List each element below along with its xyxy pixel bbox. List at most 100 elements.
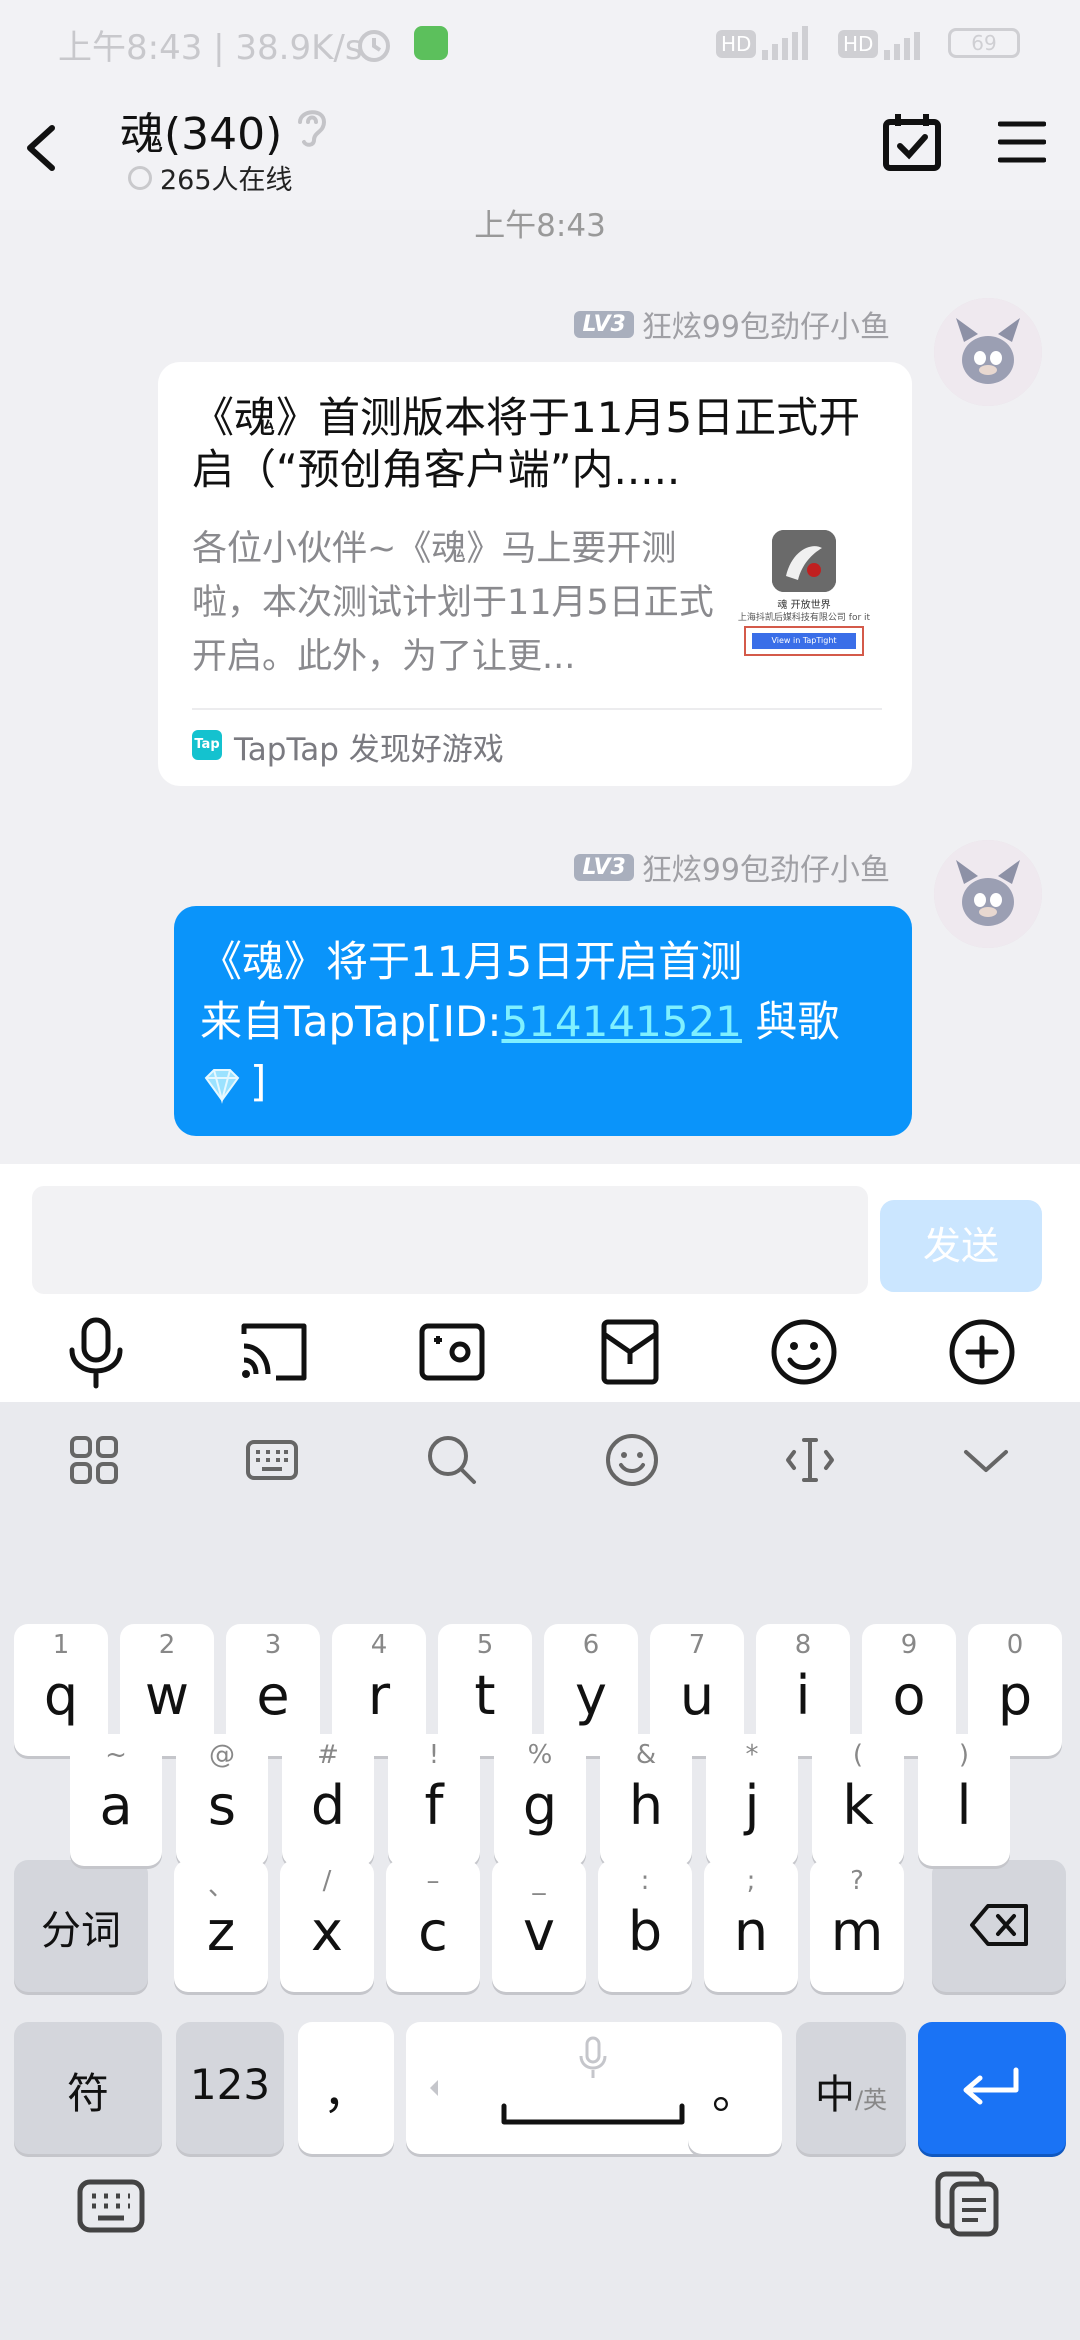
emoji-icon[interactable] [602,1430,662,1490]
soft-keyboard: 分词 符 123 ， 。 中/英 1 q 2 w 3 e 4 r 5 t 6 y… [0,1402,1080,2340]
thumb-button-label: View in TapTight [752,633,856,649]
key-label: q [43,1664,79,1727]
key-g[interactable]: % g [494,1734,586,1866]
microphone-icon[interactable] [56,1312,136,1392]
key-z[interactable]: 、 z [174,1860,268,1992]
key-k[interactable]: (k [812,1734,904,1866]
key-s[interactable]: @ s [176,1734,268,1866]
keyboard-icon[interactable] [242,1430,302,1490]
key-m[interactable]: ? m [810,1860,904,1992]
message-line-3: ] [200,1052,890,1112]
back-arrow-icon[interactable] [12,116,72,180]
text-cursor-icon[interactable] [780,1430,840,1490]
sim2-hd-tag: HD [838,30,879,58]
key-label: a [99,1774,133,1837]
key-l[interactable]: ) l [918,1734,1010,1866]
diamond-icon [200,1062,244,1104]
key-hint: # [317,1740,339,1770]
backspace-key[interactable] [932,1860,1066,1992]
signal-bars-icon [884,26,920,60]
avatar[interactable] [934,840,1042,948]
key-label: p [997,1664,1033,1727]
send-button[interactable]: 发送 [880,1200,1042,1292]
message-input[interactable] [32,1186,868,1294]
thumb-title: 魂 开放世界 [777,600,831,611]
key-label: z [206,1900,236,1963]
enter-arrow-icon [958,2062,1024,2112]
sender-name[interactable]: 狂炫99包劲仔小鱼 [642,302,890,346]
key-x[interactable]: / x [280,1860,374,1992]
ear-icon[interactable] [292,102,332,150]
message-sender: LV3 狂炫99包劲仔小鱼 [574,302,890,346]
message-prefix: 来自TapTap[ID: [200,997,502,1046]
key-hint: ; [746,1866,756,1896]
key-label: x [311,1900,343,1963]
message-suffix: 與歌 [741,997,840,1046]
key-hint: & [635,1740,657,1770]
comma-key[interactable]: ， [298,2022,394,2154]
fenci-key[interactable]: 分词 [14,1860,148,1992]
key-c[interactable]: – c [386,1860,480,1992]
shared-link-card[interactable]: 《魂》首测版本将于11月5日正式开启（“预创角客户端”内..... 各位小伙伴~… [158,362,912,786]
message-line-1: 《魂》将于11月5日开启首测 [200,937,743,986]
key-hint: 7 [688,1630,706,1660]
key-hint: 3 [264,1630,282,1660]
clipboard-icon[interactable] [932,2170,1002,2238]
key-a[interactable]: ~ a [70,1734,162,1866]
key-label: w [144,1664,190,1727]
chat-title[interactable]: 魂(340) [120,98,282,162]
key-b[interactable]: :b [598,1860,692,1992]
search-icon[interactable] [422,1430,482,1490]
key-hint: 8 [794,1630,812,1660]
key-label: r [367,1664,391,1727]
alarm-icon [354,24,394,64]
key-hint: 5 [476,1630,494,1660]
enter-key[interactable] [918,2022,1066,2154]
symbol-key-label: 符 [66,2069,109,2118]
card-divider [192,708,882,710]
key-label: c [418,1900,448,1963]
user-id-link[interactable]: 514141521 [501,997,742,1046]
key-hint: _ [532,1866,546,1896]
key-label: b [627,1900,663,1963]
thumb-button: View in TapTight [744,626,864,656]
language-key[interactable]: 中/英 [796,2022,906,2154]
key-label: h [628,1774,664,1837]
key-label: j [744,1774,760,1837]
comma-key-label: ， [323,2065,369,2119]
apps-grid-icon[interactable] [64,1430,124,1490]
photo-frame-icon[interactable] [412,1312,492,1392]
plus-circle-icon[interactable] [942,1312,1022,1392]
microphone-icon [576,2036,610,2080]
key-n[interactable]: ; n [704,1860,798,1992]
key-label: v [523,1900,555,1963]
key-hint: 0 [1006,1630,1024,1660]
card-title: 《魂》首测版本将于11月5日正式开启（“预创角客户端”内..... [192,393,861,494]
key-f[interactable]: ! f [388,1734,480,1866]
key-hint: ( [852,1740,864,1770]
language-sub: /英 [854,2086,888,2114]
key-v[interactable]: _ v [492,1860,586,1992]
menu-icon[interactable] [997,118,1047,166]
symbol-key[interactable]: 符 [14,2022,162,2154]
key-hint: 1 [52,1630,70,1660]
key-label: d [310,1774,346,1837]
period-key[interactable]: 。 [688,2022,782,2154]
keyboard-switch-icon[interactable] [76,2176,146,2236]
avatar[interactable] [934,298,1042,406]
message-bubble[interactable]: 《魂》将于11月5日开启首测 来自TapTap[ID:514141521 與歌 … [174,906,912,1136]
key-j[interactable]: * j [706,1734,798,1866]
cast-screen-icon[interactable] [234,1312,314,1392]
taptap-logo: Tap [192,730,222,760]
calendar-check-icon[interactable] [880,110,944,176]
number-key[interactable]: 123 [176,2022,284,2154]
key-d[interactable]: # d [282,1734,374,1866]
status-time-speed: 上午8:43 | 38.9K/s [58,28,363,68]
key-h[interactable]: & h [600,1734,692,1866]
level-badge: LV3 [574,310,634,338]
collapse-chevron-icon[interactable] [956,1430,1016,1490]
smile-face-icon[interactable] [764,1312,844,1392]
envelope-icon[interactable] [590,1312,670,1392]
sender-name[interactable]: 狂炫99包劲仔小鱼 [642,845,890,889]
key-hint: – [426,1866,440,1896]
